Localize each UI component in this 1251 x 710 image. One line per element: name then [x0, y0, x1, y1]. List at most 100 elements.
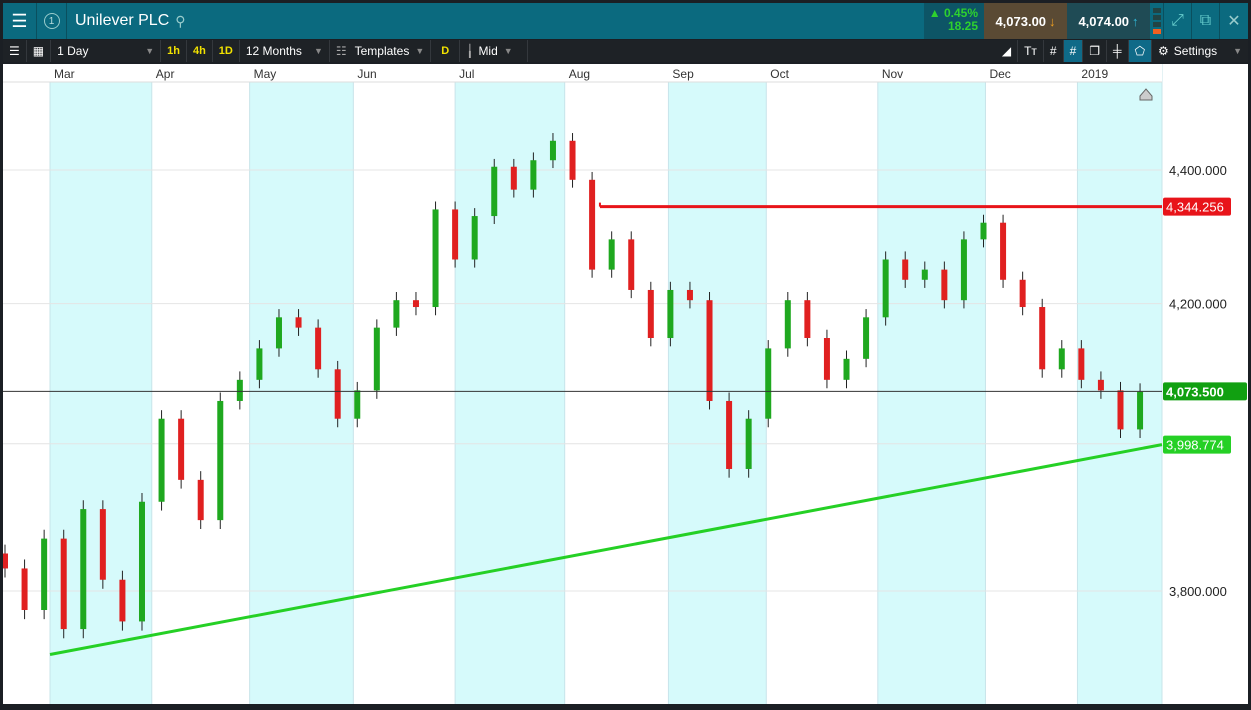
candle-body	[549, 140, 556, 161]
candle-body	[217, 400, 224, 521]
candle-body	[60, 538, 67, 630]
month-band	[668, 82, 767, 704]
price-tick-label: 4,400.000	[1169, 163, 1227, 178]
expand-icon[interactable]: ⤢	[1164, 3, 1192, 39]
candle-body	[882, 259, 889, 318]
candle-body	[295, 317, 302, 328]
candle-body	[412, 300, 419, 308]
candle-body	[1097, 379, 1104, 391]
candle-body	[569, 140, 576, 180]
candle-body	[236, 379, 243, 401]
draw-tool-icon[interactable]: ◢	[996, 40, 1019, 62]
candle-body	[902, 259, 909, 280]
quick-1h[interactable]: 1h	[161, 40, 187, 62]
layout-icon[interactable]: ▦	[27, 40, 52, 62]
crosshair-grid-icon[interactable]: #	[1063, 40, 1084, 62]
candle-body	[354, 390, 361, 419]
candle-body	[647, 289, 654, 339]
candle-body	[667, 289, 674, 339]
price-type-select[interactable]: ╽ Mid ▼	[460, 40, 529, 62]
buy-button[interactable]: 4,074.00 ↑	[1067, 3, 1150, 39]
month-label: Dec	[989, 67, 1010, 81]
candle-body	[941, 269, 948, 301]
candle-body	[1039, 307, 1046, 370]
gear-icon: ⚙	[1158, 44, 1169, 58]
range-select[interactable]: 12 Months ▼	[240, 40, 330, 62]
candle-body	[628, 239, 635, 290]
label-icon[interactable]: ⬠	[1128, 40, 1152, 62]
chart-background	[3, 64, 1248, 704]
candle-body	[3, 553, 8, 569]
quick-4h[interactable]: 4h	[187, 40, 213, 62]
month-label: Nov	[882, 67, 903, 81]
layers-icon[interactable]: ❐	[1083, 40, 1108, 62]
d-button[interactable]: D	[431, 40, 461, 62]
month-label: 2019	[1081, 67, 1108, 81]
resistance-price-label: 4,344.256	[1166, 200, 1224, 215]
chart-toolbar: ☰ ▦ 1 Day ▼ 1h 4h 1D 12 Months ▼ ☷ Template…	[3, 40, 1248, 62]
interval-label: 1 Day	[57, 44, 89, 58]
quick-1d[interactable]: 1D	[213, 40, 240, 62]
indicator-icon[interactable]: ╪	[1107, 40, 1129, 62]
month-label: Apr	[156, 67, 175, 81]
down-arrow-icon: ↓	[1049, 13, 1056, 29]
candle-body	[99, 509, 106, 580]
current-price-label: 4,073.500	[1166, 384, 1224, 399]
candle-body	[393, 300, 400, 328]
candle-body	[491, 166, 498, 217]
templates-icon: ☷	[335, 44, 347, 58]
price-change: ▲ 0.45% 18.25	[924, 3, 984, 39]
templates-select[interactable]: ☷ Templates ▼	[330, 40, 432, 62]
candle-body	[843, 358, 850, 380]
change-absolute: 18.25	[947, 19, 978, 33]
month-label: Aug	[569, 67, 590, 81]
month-label: Jun	[357, 67, 376, 81]
list-icon[interactable]: ☰	[3, 40, 27, 62]
candles-icon: ╽	[466, 44, 474, 58]
search-icon[interactable]: ⚲	[175, 13, 185, 30]
interval-select[interactable]: 1 Day ▼	[51, 40, 162, 62]
candle-body	[1137, 391, 1144, 430]
candle-body	[138, 501, 145, 622]
month-label: Oct	[770, 67, 789, 81]
popout-icon[interactable]: ⧉	[1192, 3, 1220, 39]
candle-body	[706, 300, 713, 401]
candle-body	[530, 160, 537, 190]
candle-body	[960, 239, 967, 301]
candle-body	[452, 209, 459, 260]
text-icon[interactable]: Tт	[1018, 40, 1044, 62]
candle-body	[823, 338, 830, 380]
candle-body	[41, 538, 48, 611]
candle-body	[178, 418, 185, 480]
price-tick-label: 4,200.000	[1169, 297, 1227, 312]
candle-body	[119, 579, 126, 622]
templates-label: Templates	[354, 44, 410, 58]
candle-body	[1000, 222, 1007, 280]
close-icon[interactable]: ✕	[1220, 3, 1248, 39]
hamburger-icon: ☰	[11, 10, 28, 31]
candle-body	[980, 222, 987, 240]
candle-body	[373, 327, 380, 391]
instrument-title[interactable]: Unilever PLC	[75, 12, 169, 30]
candle-body	[784, 300, 791, 349]
candle-body	[863, 317, 870, 359]
candle-body	[804, 300, 811, 339]
month-label: Jul	[459, 67, 474, 81]
candle-body	[158, 418, 165, 502]
sell-button[interactable]: 4,073.00 ↓	[984, 3, 1067, 39]
candle-body	[275, 317, 282, 349]
candle-body	[510, 166, 517, 190]
candle-body	[315, 327, 322, 370]
candle-body	[1078, 348, 1085, 380]
menu-button[interactable]: ☰	[3, 3, 37, 39]
settings-button[interactable]: ⚙ Settings ▼	[1152, 40, 1248, 62]
window-number-button[interactable]: 1	[37, 3, 67, 39]
month-band	[455, 82, 565, 704]
volume-indicator	[1150, 3, 1164, 39]
candle-body	[608, 239, 615, 270]
price-chart[interactable]: Mar Apr May Jun Jul Aug Sep Oct Nov Dec 2019 4,400.…	[3, 64, 1248, 704]
grid-icon[interactable]: #	[1044, 40, 1064, 62]
candle-body	[334, 369, 341, 419]
candle-body	[686, 289, 693, 301]
candle-body	[765, 348, 772, 419]
